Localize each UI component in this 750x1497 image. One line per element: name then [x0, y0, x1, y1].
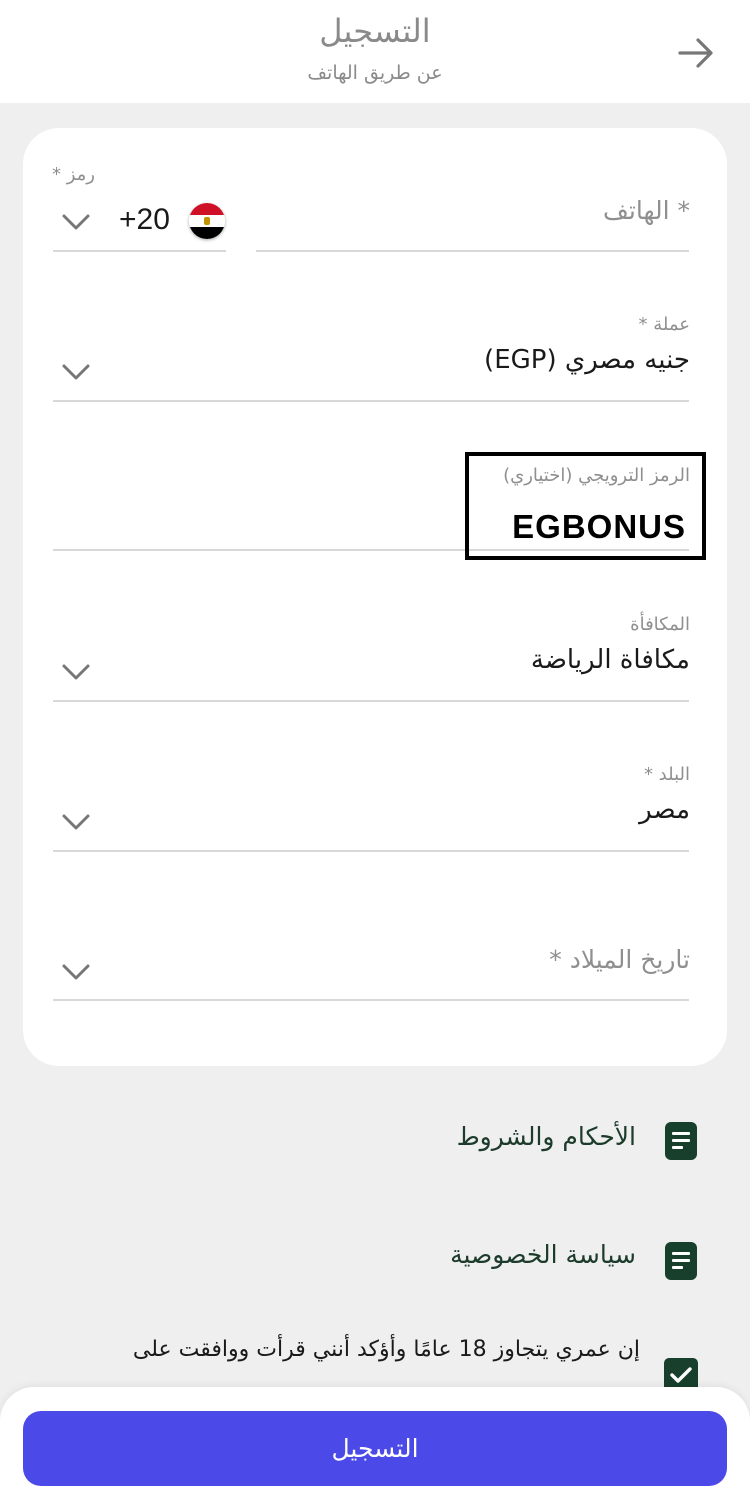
header-bar: التسجيل عن طريق الهاتف	[0, 0, 750, 103]
country-field-underline	[53, 850, 689, 852]
birthdate-field-underline	[53, 999, 689, 1001]
promo-highlight-box	[465, 452, 706, 560]
chevron-down-icon[interactable]	[61, 812, 91, 832]
country-label: البلد *	[643, 764, 690, 785]
country-select[interactable]: مصر	[300, 795, 690, 825]
age-agreement-text: إن عمري يتجاوز 18 عامًا وأؤكد أنني قرأت …	[132, 1337, 640, 1362]
country-code-select[interactable]	[53, 250, 226, 252]
dial-code-value: +20	[119, 203, 170, 236]
phone-input[interactable]: * الهاتف	[400, 196, 690, 225]
document-icon[interactable]	[665, 1122, 697, 1160]
page-title: التسجيل	[319, 12, 431, 50]
terms-link[interactable]: الأحكام والشروط	[457, 1122, 636, 1151]
privacy-link[interactable]: سياسة الخصوصية	[450, 1240, 636, 1269]
bonus-label: المكافأة	[630, 614, 690, 635]
phone-field-underline	[256, 250, 689, 252]
arrow-right-icon[interactable]	[676, 33, 716, 73]
egypt-flag-icon	[189, 203, 225, 239]
birthdate-input[interactable]: تاريخ الميلاد *	[300, 945, 690, 974]
page-subtitle: عن طريق الهاتف	[307, 62, 443, 84]
country-code-label: * رمز	[52, 164, 95, 185]
document-icon[interactable]	[665, 1242, 697, 1280]
register-button[interactable]: التسجيل	[23, 1411, 727, 1486]
chevron-down-icon[interactable]	[61, 962, 91, 982]
bonus-field-underline	[53, 700, 689, 702]
currency-field-underline	[53, 400, 689, 402]
currency-select[interactable]: جنيه مصري (EGP)	[300, 345, 690, 375]
bonus-select[interactable]: مكافاة الرياضة	[300, 645, 690, 675]
chevron-down-icon[interactable]	[61, 212, 91, 232]
chevron-down-icon[interactable]	[61, 662, 91, 682]
registration-form-card	[23, 128, 727, 1066]
chevron-down-icon[interactable]	[61, 362, 91, 382]
currency-label: عملة *	[638, 314, 690, 335]
